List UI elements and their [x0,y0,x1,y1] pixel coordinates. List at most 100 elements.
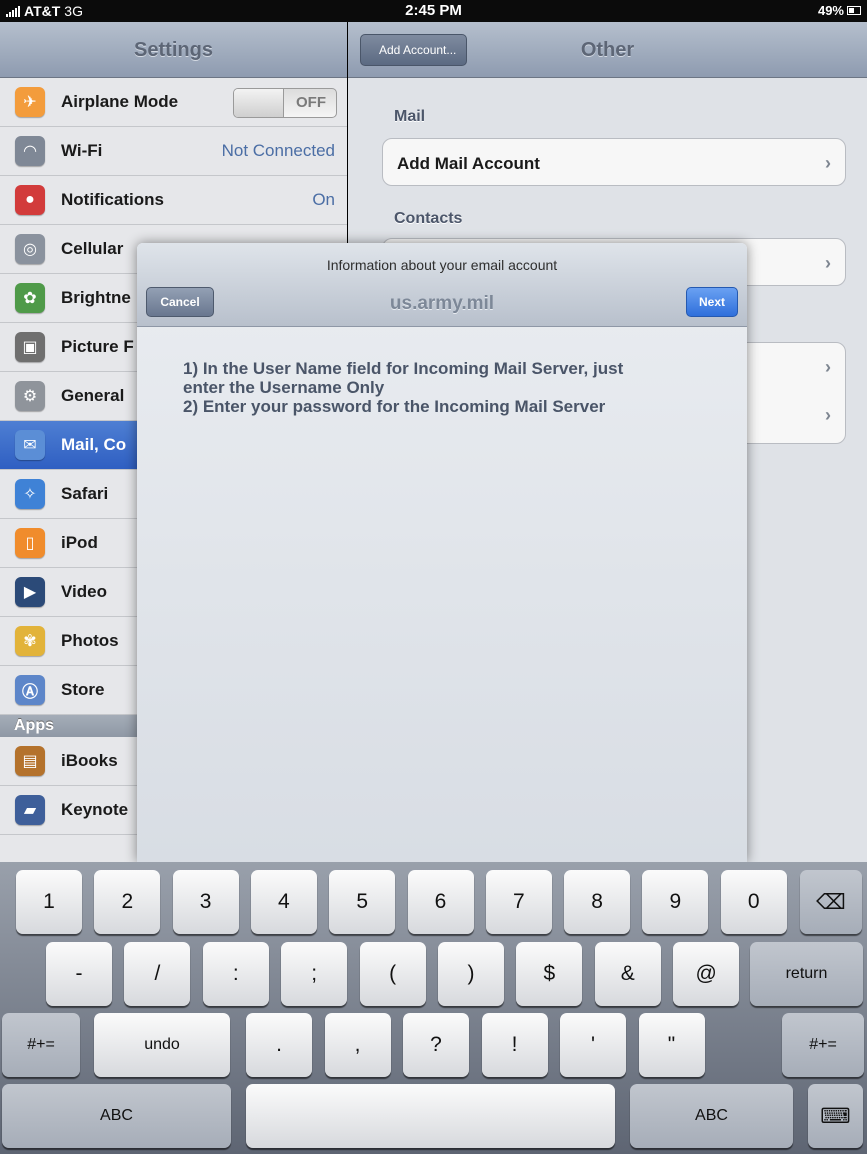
battery-status: 49% [818,3,861,18]
chevron-right-icon[interactable]: › [825,357,831,378]
keyboard-key[interactable]: 2 [94,870,161,934]
detail-nav-bar: Other Add Account... [348,22,867,78]
status-bar: AT&T 3G 2:45 PM 49% [0,0,867,22]
settings-item-label: Safari [61,484,109,503]
instruction-line: 2) Enter your password for the Incoming … [183,397,606,416]
return-key[interactable]: return [750,942,863,1006]
toggle-state-label: OFF [296,94,326,111]
toggle-knob [234,89,284,117]
symbols-key[interactable]: #+= [782,1013,864,1077]
keyboard-key[interactable]: : [202,942,269,1006]
settings-nav-bar: Settings [0,22,347,78]
settings-item-label: Airplane Mode [61,92,179,111]
abc-key[interactable]: ABC [2,1084,231,1148]
modal-title: us.army.mil [389,293,495,314]
modal-header: Information about your email account us.… [137,243,747,327]
abc-key[interactable]: ABC [630,1084,793,1148]
keynote-icon: ▰ [15,795,45,825]
keyboard-key[interactable]: $ [516,942,583,1006]
keyboard-key[interactable]: , [324,1013,391,1077]
email-account-modal: Information about your email account us.… [137,243,747,862]
keyboard-key[interactable]: 5 [329,870,396,934]
keyboard-key[interactable]: 0 [720,870,787,934]
keyboard-key[interactable]: " [638,1013,705,1077]
hide-keyboard-key[interactable]: ⌨ [808,1084,863,1148]
backspace-icon: ⌫ [816,890,846,914]
settings-item-label: iBooks [61,751,118,770]
modal-prompt: Information about your email account [326,257,558,273]
cellular-icon: ◎ [15,234,45,264]
undo-key[interactable]: undo [94,1013,230,1077]
keyboard-key[interactable]: 1 [16,870,82,934]
keyboard-key[interactable]: ; [281,942,348,1006]
space-key[interactable] [246,1084,615,1148]
keyboard-key[interactable]: 8 [564,870,631,934]
keyboard-key[interactable]: 7 [485,870,552,934]
keyboard-key[interactable]: ' [560,1013,626,1077]
photos-icon: ✾ [15,626,45,656]
gear-icon: ⚙ [15,381,45,411]
keyboard-key[interactable]: @ [673,942,740,1006]
settings-item-label: Store [61,680,105,699]
status-time: 2:45 PM [405,2,462,19]
keyboard-key[interactable]: & [594,942,661,1006]
keyboard-key[interactable]: ! [481,1013,548,1077]
settings-item-label: Brightne [61,288,131,307]
settings-item-label: Mail, Co [61,435,127,454]
back-button[interactable]: Add Account... [360,34,468,66]
settings-item-wi-fi[interactable]: ◠ Wi-Fi Not Connected [0,127,347,176]
instruction-line: 1) In the User Name field for Incoming M… [183,359,624,378]
add-mail-account-cell[interactable]: Add Mail Account › [382,138,846,186]
keyboard-key[interactable]: ) [438,942,504,1006]
keyboard-key[interactable]: 9 [642,870,709,934]
settings-item-label: Wi-Fi [61,141,103,160]
backspace-key[interactable]: ⌫ [800,870,862,934]
on-screen-keyboard: 1 2 3 4 5 6 7 8 9 0 ⌫ - /:;() $ & @ return #+= undo.,?! ' " #… [0,862,867,1154]
settings-item-label: Video [61,582,107,601]
wifi-icon: ◠ [15,136,45,166]
settings-item-value: On [312,190,335,209]
video-icon: ▶ [15,577,45,607]
instructions-text: 1) In the User Name field for Incoming M… [183,359,723,416]
battery-percentage: 49% [817,3,844,18]
chevron-right-icon[interactable]: › [825,405,831,426]
settings-item-notifications[interactable]: ● Notifications On [0,176,347,225]
settings-item-airplane-mode[interactable]: ✈ Airplane Mode OFF [0,78,347,127]
keyboard-key[interactable]: / [124,942,191,1006]
brightness-icon: ✿ [15,283,45,313]
settings-item-value: Not Connected [221,141,335,160]
airplane-icon: ✈ [15,87,45,117]
settings-item-label: Picture F [61,337,134,356]
settings-item-label: Photos [61,631,119,650]
chevron-right-icon: › [825,253,831,273]
keyboard-key[interactable]: - [46,942,112,1006]
settings-item-label: Keynote [61,800,129,819]
mail-icon: ✉ [15,430,45,460]
settings-item-label: Notifications [61,190,164,209]
ipod-icon: ▯ [15,528,45,558]
next-button[interactable]: Next [686,287,738,317]
add-mail-account-label: Add Mail Account [397,154,540,173]
contacts-section-header: Contacts [394,210,463,227]
instruction-line: enter the Username Only [183,378,385,397]
keyboard-key[interactable]: 3 [172,870,239,934]
keyboard-key[interactable]: 6 [407,870,474,934]
ibooks-icon: ▤ [15,746,45,776]
settings-item-label: General [61,386,125,405]
mail-section-header: Mail [394,108,426,125]
hide-keyboard-icon: ⌨ [820,1104,851,1128]
cancel-button[interactable]: Cancel [146,287,214,317]
keyboard-key[interactable]: ? [403,1013,469,1077]
keyboard-key[interactable]: ( [359,942,426,1006]
settings-item-label: iPod [61,533,98,552]
keyboard-key[interactable]: . [246,1013,312,1077]
battery-icon [847,6,861,15]
chevron-right-icon: › [825,153,831,173]
airplane-mode-toggle[interactable]: OFF [233,88,337,118]
symbols-key[interactable]: #+= [2,1013,80,1077]
notifications-icon: ● [15,185,45,215]
safari-icon: ✧ [15,479,45,509]
keyboard-key[interactable]: 4 [250,870,317,934]
store-icon: Ⓐ [15,675,45,705]
picture-frame-icon: ▣ [15,332,45,362]
